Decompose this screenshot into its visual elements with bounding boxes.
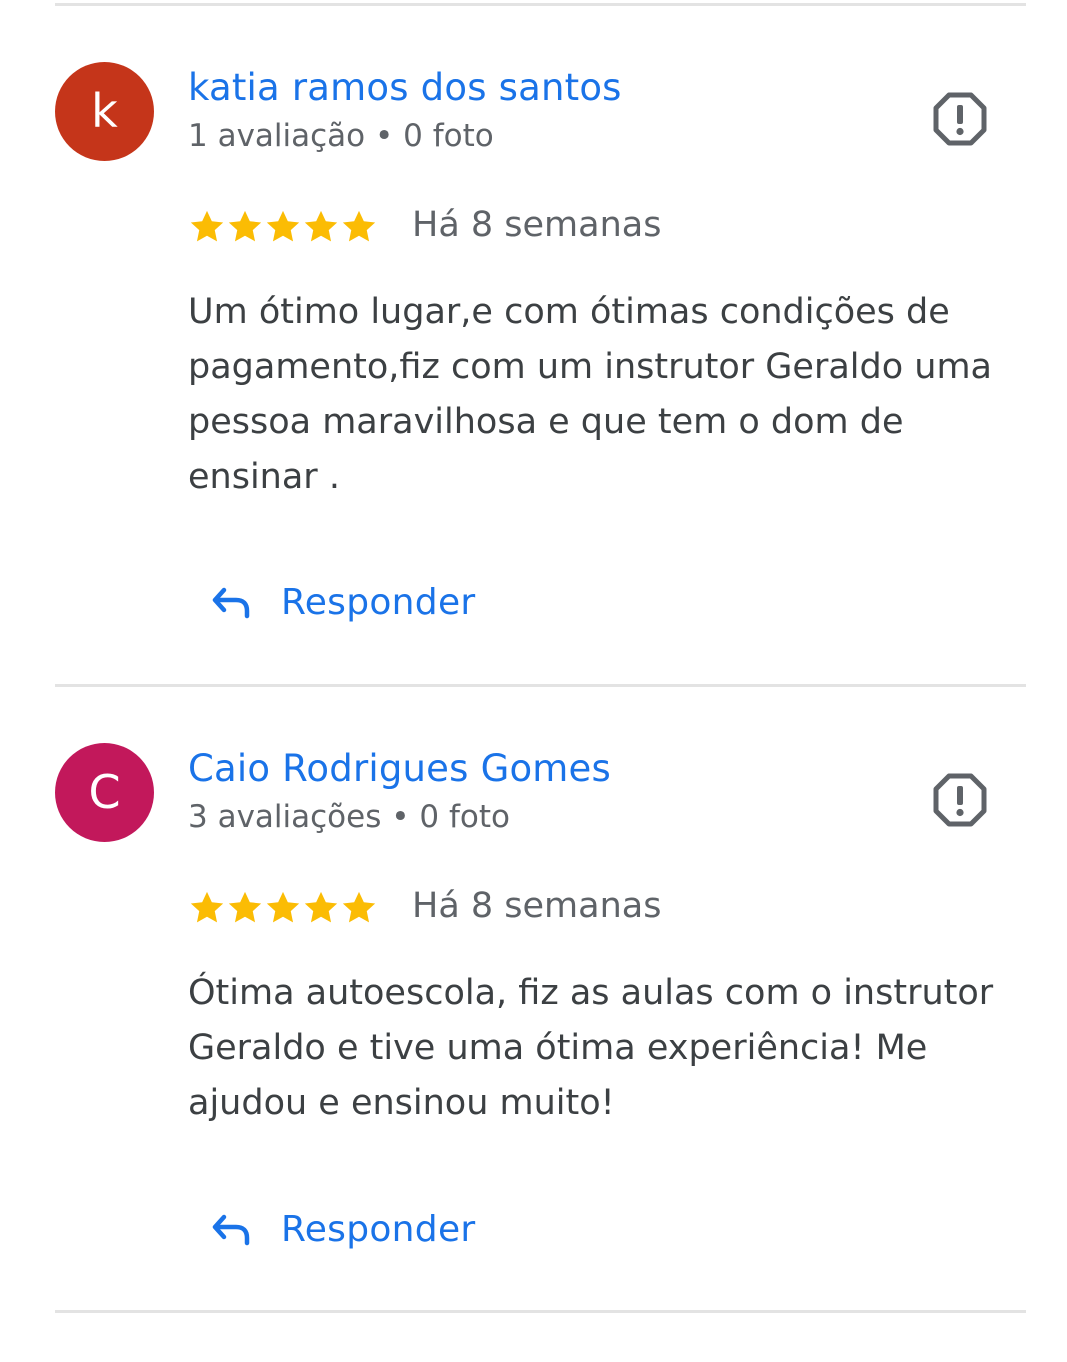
report-flag-icon[interactable] (933, 92, 987, 146)
report-flag-icon[interactable] (933, 773, 987, 827)
review-text: Um ótimo lugar,e com ótimas condições de… (188, 292, 993, 497)
review-time: Há 8 semanas (412, 205, 662, 245)
star-icon (304, 891, 338, 923)
reply-arrow-icon (212, 1214, 250, 1246)
review-time: Há 8 semanas (412, 886, 662, 926)
star-icon (266, 891, 300, 923)
star-icon (190, 210, 224, 242)
star-rating (188, 207, 378, 247)
reviewer-meta: 3 avaliações • 0 foto (188, 799, 510, 835)
star-icon (342, 210, 376, 242)
review-card: C Caio Rodrigues Gomes 3 avaliações • 0 … (0, 681, 1067, 1362)
star-icon (228, 891, 262, 923)
star-rating (188, 888, 378, 928)
reply-button[interactable]: Responder (210, 1201, 476, 1257)
reviewer-meta: 1 avaliação • 0 foto (188, 118, 494, 154)
reply-button[interactable]: Responder (210, 574, 476, 630)
avatar[interactable]: C (55, 743, 154, 842)
reply-arrow-icon (212, 587, 250, 619)
reviewer-name-link[interactable]: katia ramos dos santos (188, 66, 622, 109)
bottom-divider (55, 1310, 1026, 1313)
reply-label: Responder (281, 581, 476, 623)
reviewer-name-link[interactable]: Caio Rodrigues Gomes (188, 747, 611, 790)
star-icon (190, 891, 224, 923)
review-text: Ótima autoescola, fiz as aulas com o ins… (188, 973, 994, 1123)
star-icon (304, 210, 338, 242)
reply-label: Responder (281, 1208, 476, 1250)
avatar[interactable]: k (55, 62, 154, 161)
star-icon (342, 891, 376, 923)
star-icon (228, 210, 262, 242)
review-card: k katia ramos dos santos 1 avaliação • 0… (0, 0, 1067, 681)
star-icon (266, 210, 300, 242)
